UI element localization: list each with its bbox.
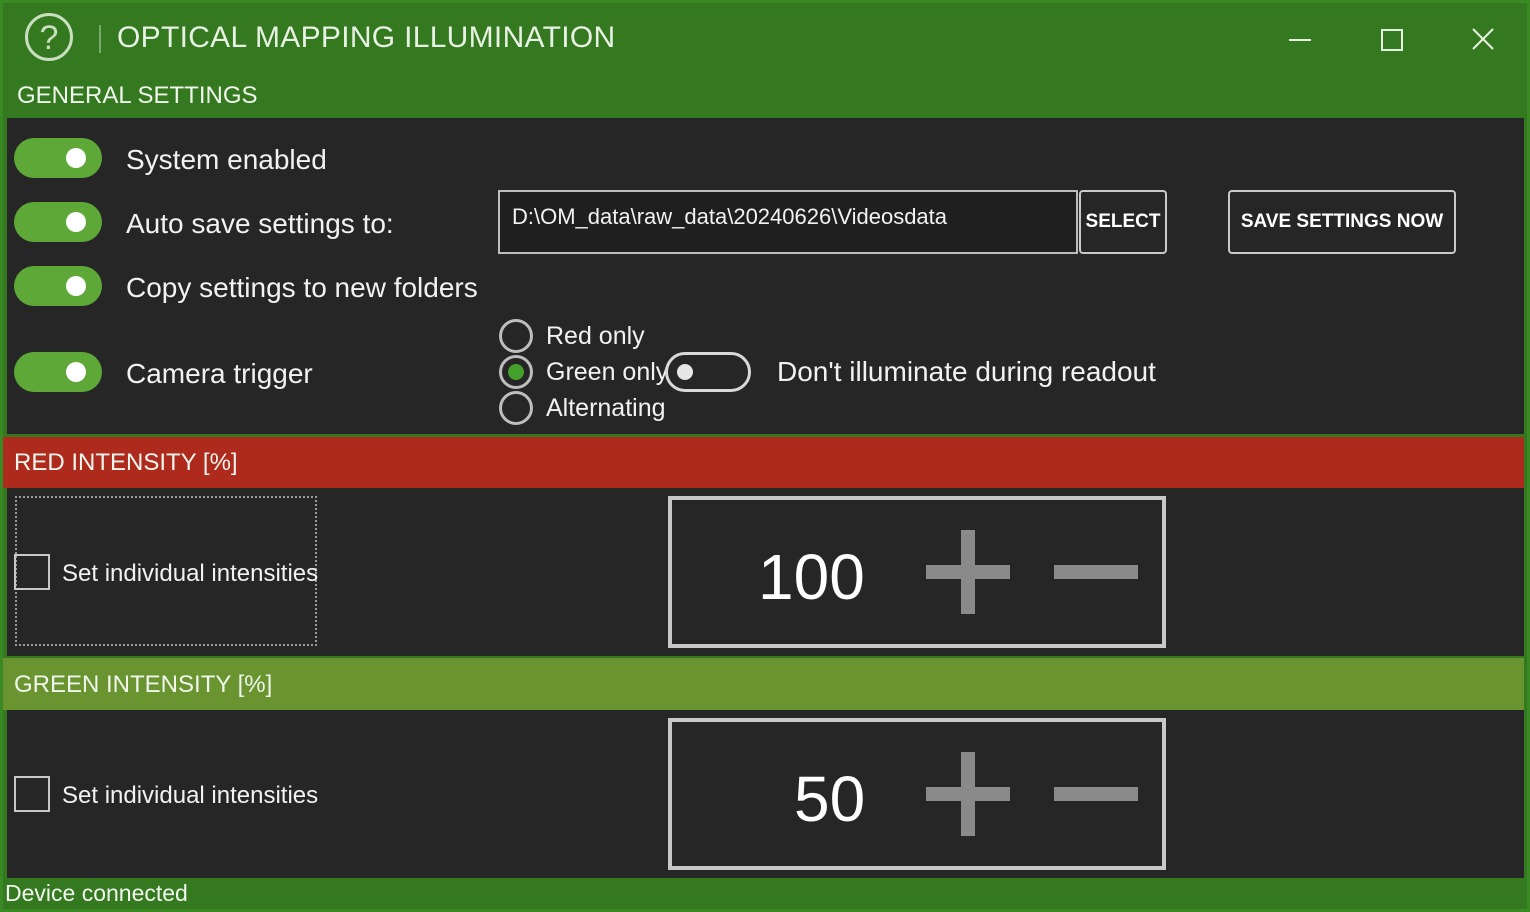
no-illumination-readout-toggle[interactable]: [665, 352, 751, 392]
auto-save-label: Auto save settings to:: [126, 208, 394, 239]
red-intensity-header: RED INTENSITY [%]: [3, 437, 1524, 488]
auto-save-toggle[interactable]: [14, 202, 102, 242]
green-increase-button[interactable]: [926, 752, 1010, 836]
red-intensity-stepper: 100: [668, 496, 1166, 648]
camera-trigger-label: Camera trigger: [126, 358, 313, 389]
radio-red-only-label: Red only: [546, 322, 645, 350]
radio-alternating[interactable]: [499, 391, 533, 425]
green-decrease-button[interactable]: [1054, 787, 1138, 801]
green-intensity-header: GREEN INTENSITY [%]: [3, 658, 1524, 710]
auto-save-path-field[interactable]: D:\OM_data\raw_data\20240626\Videosdata: [498, 190, 1078, 254]
radio-red-only[interactable]: [499, 319, 533, 353]
window-title: OPTICAL MAPPING ILLUMINATION: [117, 21, 616, 54]
close-icon: [1472, 28, 1494, 50]
red-intensity-value[interactable]: 100: [758, 540, 865, 614]
red-increase-button[interactable]: [926, 530, 1010, 614]
maximize-button[interactable]: [1366, 17, 1416, 61]
green-intensity-value[interactable]: 50: [794, 762, 865, 836]
red-individual-checkbox[interactable]: [14, 554, 50, 590]
red-decrease-button[interactable]: [1054, 565, 1138, 579]
title-separator: [99, 25, 101, 53]
status-bar-text: Device connected: [5, 880, 188, 906]
help-icon[interactable]: ?: [25, 13, 73, 61]
red-individual-label: Set individual intensities: [62, 560, 319, 587]
green-individual-checkbox[interactable]: [14, 776, 50, 812]
save-settings-now-button[interactable]: SAVE SETTINGS NOW: [1228, 190, 1456, 254]
green-individual-label: Set individual intensities: [62, 782, 319, 809]
system-enabled-label: System enabled: [126, 144, 327, 175]
system-enabled-toggle[interactable]: [14, 138, 102, 178]
radio-green-only[interactable]: [499, 355, 533, 389]
radio-alternating-label: Alternating: [546, 394, 666, 422]
no-illumination-readout-label: Don't illuminate during readout: [777, 356, 1156, 387]
green-intensity-stepper: 50: [668, 718, 1166, 870]
title-bar[interactable]: ? OPTICAL MAPPING ILLUMINATION: [3, 3, 1527, 75]
radio-green-only-label: Green only: [546, 358, 669, 386]
general-settings-header: GENERAL SETTINGS: [6, 75, 1527, 121]
close-button[interactable]: [1458, 17, 1508, 61]
camera-trigger-toggle[interactable]: [14, 352, 102, 392]
select-folder-button[interactable]: SELECT: [1079, 190, 1167, 254]
copy-settings-toggle[interactable]: [14, 266, 102, 306]
copy-settings-label: Copy settings to new folders: [126, 272, 478, 303]
minimize-button[interactable]: [1275, 17, 1325, 61]
